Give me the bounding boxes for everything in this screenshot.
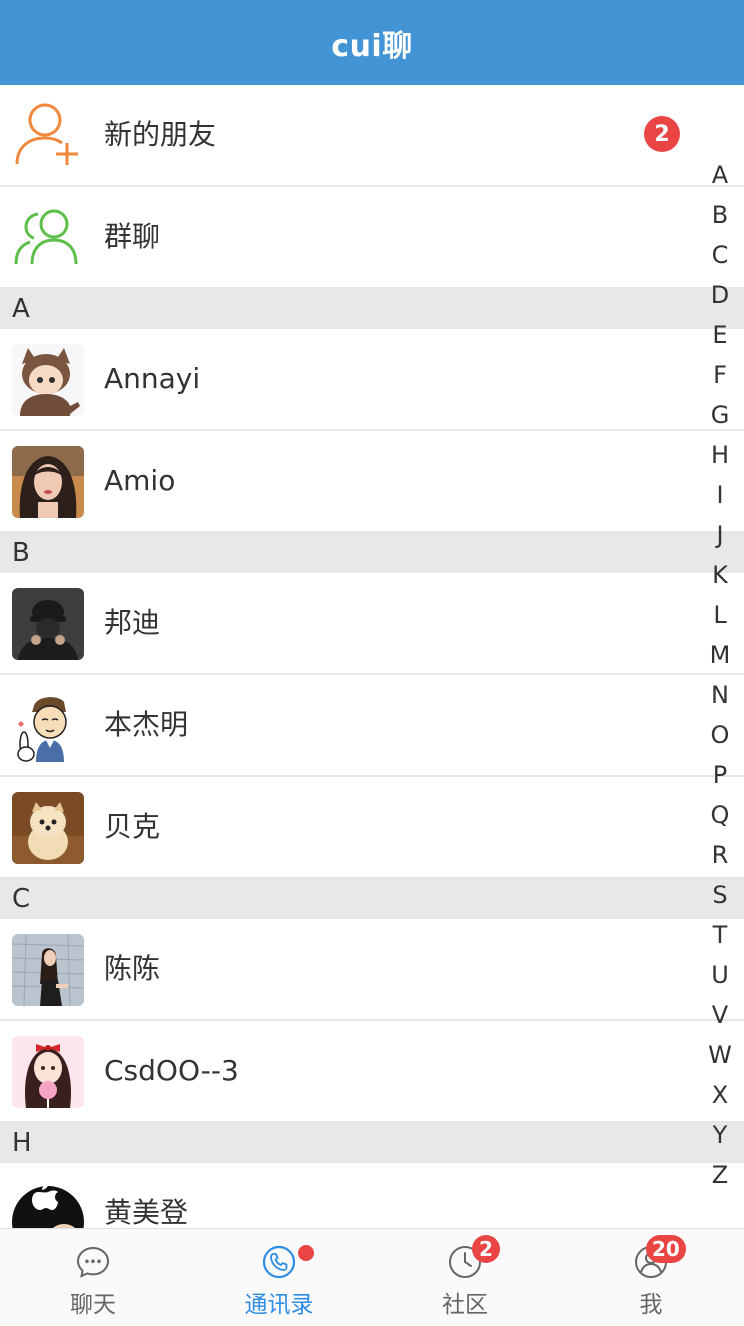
- index-letter[interactable]: C: [696, 235, 744, 275]
- app-header: cui聊: [0, 0, 744, 85]
- contact-row[interactable]: Amio: [0, 431, 744, 533]
- index-letter[interactable]: M: [696, 635, 744, 675]
- contact-row[interactable]: 黄美登: [0, 1163, 744, 1228]
- contact-row[interactable]: 本杰明: [0, 675, 744, 777]
- chat-bubble-icon: [76, 1246, 110, 1278]
- index-letter[interactable]: Z: [696, 1155, 744, 1195]
- tab-me[interactable]: 我 20: [558, 1229, 744, 1326]
- tab-chat[interactable]: 聊天: [0, 1229, 186, 1326]
- bottom-tab-bar: 聊天 通讯录 社区 2 我 20: [0, 1228, 744, 1326]
- contact-name: CsdOO--3: [104, 1054, 239, 1087]
- contact-name: 黄美登: [104, 1196, 189, 1228]
- contact-row[interactable]: 贝克: [0, 777, 744, 879]
- contact-name: Annayi: [104, 362, 201, 395]
- section-header-c: C: [0, 879, 744, 919]
- index-letter[interactable]: U: [696, 955, 744, 995]
- contact-row[interactable]: 邦迪: [0, 573, 744, 675]
- add-friend-icon: [12, 100, 84, 172]
- section-header-b: B: [0, 533, 744, 573]
- contact-name: 贝克: [104, 810, 161, 843]
- index-letter[interactable]: W: [696, 1035, 744, 1075]
- tab-community[interactable]: 社区 2: [372, 1229, 558, 1326]
- avatar: [12, 792, 84, 864]
- contact-row[interactable]: CsdOO--3: [0, 1021, 744, 1123]
- index-letter[interactable]: I: [696, 475, 744, 515]
- new-friends-label: 新的朋友: [104, 118, 217, 151]
- index-letter[interactable]: Q: [696, 795, 744, 835]
- avatar: [12, 690, 84, 762]
- index-letter[interactable]: K: [696, 555, 744, 595]
- index-letter[interactable]: A: [696, 155, 744, 195]
- avatar: [12, 1178, 84, 1228]
- contact-row[interactable]: 陈陈: [0, 919, 744, 1021]
- index-letter[interactable]: J: [696, 515, 744, 555]
- notification-dot: [298, 1245, 314, 1261]
- contact-name: 本杰明: [104, 708, 189, 741]
- new-friends-badge: 2: [644, 116, 680, 152]
- page-title: cui聊: [331, 28, 413, 64]
- group-chat-label: 群聊: [104, 220, 161, 253]
- index-letter[interactable]: N: [696, 675, 744, 715]
- tab-label: 我: [639, 1292, 663, 1318]
- index-letter[interactable]: L: [696, 595, 744, 635]
- phone-icon: [262, 1245, 296, 1279]
- tab-contacts[interactable]: 通讯录: [186, 1229, 372, 1326]
- index-letter[interactable]: P: [696, 755, 744, 795]
- new-friends-entry[interactable]: 新的朋友 2: [0, 85, 744, 187]
- index-letter[interactable]: V: [696, 995, 744, 1035]
- index-letter[interactable]: S: [696, 875, 744, 915]
- index-letter[interactable]: F: [696, 355, 744, 395]
- tab-label: 通讯录: [244, 1292, 314, 1318]
- avatar: [12, 344, 84, 416]
- index-letter[interactable]: H: [696, 435, 744, 475]
- group-chat-entry[interactable]: 群聊: [0, 187, 744, 289]
- contact-name: 陈陈: [104, 952, 161, 985]
- contact-list[interactable]: 新的朋友 2 群聊 A Annayi Amio B 邦迪 本杰明 贝克 C 陈陈…: [0, 85, 744, 1228]
- contact-row[interactable]: Annayi: [0, 329, 744, 431]
- alphabet-index-bar[interactable]: A B C D E F G H I J K L M N O P Q R S T …: [696, 155, 744, 1195]
- contact-name: Amio: [104, 464, 176, 497]
- tab-label: 聊天: [70, 1292, 116, 1318]
- index-letter[interactable]: Y: [696, 1115, 744, 1155]
- index-letter[interactable]: E: [696, 315, 744, 355]
- index-letter[interactable]: B: [696, 195, 744, 235]
- index-letter[interactable]: X: [696, 1075, 744, 1115]
- me-badge: 20: [646, 1235, 686, 1263]
- avatar: [12, 1036, 84, 1108]
- group-chat-icon: [12, 202, 84, 274]
- index-letter[interactable]: G: [696, 395, 744, 435]
- section-header-a: A: [0, 289, 744, 329]
- index-letter[interactable]: T: [696, 915, 744, 955]
- avatar: [12, 934, 84, 1006]
- index-letter[interactable]: O: [696, 715, 744, 755]
- index-letter[interactable]: R: [696, 835, 744, 875]
- section-header-h: H: [0, 1123, 744, 1163]
- index-letter[interactable]: D: [696, 275, 744, 315]
- tab-label: 社区: [442, 1292, 488, 1318]
- avatar: [12, 588, 84, 660]
- contact-name: 邦迪: [104, 606, 161, 639]
- community-badge: 2: [472, 1235, 500, 1263]
- avatar: [12, 446, 84, 518]
